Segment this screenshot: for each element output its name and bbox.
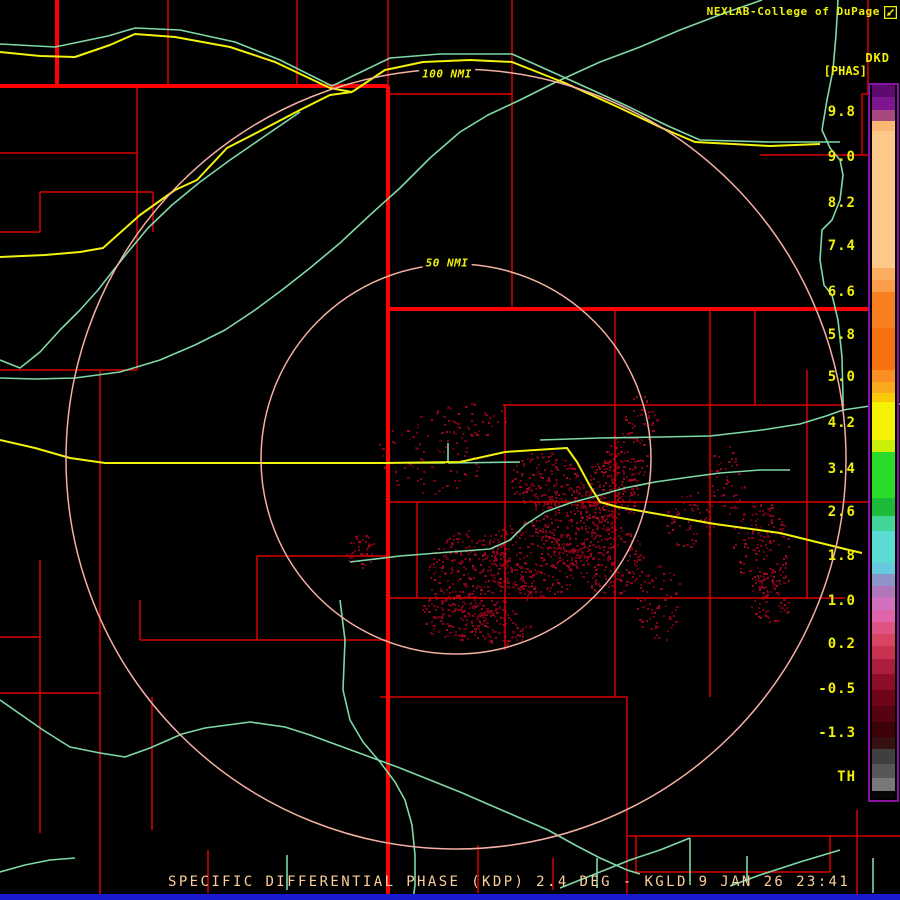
color-scale-segment — [872, 722, 895, 737]
color-scale-segment — [872, 280, 895, 292]
state-borders — [0, 0, 868, 896]
color-scale-segment — [872, 597, 895, 610]
colorbar-tick-label: -0.5 — [818, 681, 856, 697]
colorbar-tick-label: TH — [837, 769, 856, 785]
colorbar-tick-label: 7.4 — [827, 238, 856, 254]
product-status-text: SPECIFIC DIFFERENTIAL PHASE (KDP) 2.4 DE… — [168, 874, 851, 890]
color-scale-segment — [872, 121, 895, 131]
range-ring-label-100nmi: 100 NMI — [419, 67, 475, 81]
brand-text: NEXLAB-College of DuPage — [706, 5, 880, 18]
color-scale-segment — [872, 370, 895, 382]
color-scale-segment — [872, 328, 895, 370]
product-units-label: [PHAS] — [823, 64, 867, 78]
radar-display: 100 NMI 50 NMI NEXLAB-College of DuPage … — [0, 0, 900, 900]
product-code-label: DKD — [865, 51, 890, 65]
colorbar-tick-label: 9.0 — [827, 149, 856, 165]
color-scale-segment — [872, 778, 895, 791]
color-scale-segment — [872, 516, 895, 531]
colorbar-tick-label: 2.6 — [827, 504, 856, 520]
colorbar-tick-label: -1.3 — [818, 725, 856, 741]
color-scale-segment — [872, 690, 895, 706]
county-borders — [0, 0, 900, 900]
color-scale-segment — [872, 791, 895, 798]
roads-green — [0, 0, 900, 900]
color-scale-segment — [872, 110, 895, 121]
color-scale-segment — [872, 563, 895, 574]
color-scale-segment — [872, 498, 895, 516]
color-scale-segment — [872, 452, 895, 498]
colorbar-tick-label: 1.8 — [827, 548, 856, 564]
color-scale-bar — [868, 83, 899, 802]
color-scale-segment — [872, 706, 895, 722]
color-scale-segment — [872, 737, 895, 749]
bottom-strip — [0, 894, 900, 900]
colorbar-tick-label: 5.8 — [827, 327, 856, 343]
color-scale-segment — [872, 440, 895, 452]
colorbar-tick-label: 0.2 — [827, 636, 856, 652]
roads-yellow — [0, 33, 863, 554]
cursor-arrow-icon[interactable] — [883, 4, 898, 20]
radar-map[interactable] — [0, 0, 900, 900]
color-scale-segment — [872, 531, 895, 563]
color-scale-segment — [872, 131, 895, 268]
color-scale-segment — [872, 634, 895, 646]
color-scale-segment — [872, 382, 895, 393]
color-scale-segment — [872, 659, 895, 674]
range-ring-label-50nmi: 50 NMI — [422, 256, 472, 270]
color-scale-segment — [872, 393, 895, 402]
color-scale-segment — [872, 292, 895, 328]
colorbar-tick-label: 9.8 — [827, 104, 856, 120]
colorbar-tick-label: 6.6 — [827, 284, 856, 300]
colorbar-tick-label: 4.2 — [827, 415, 856, 431]
color-scale-segment — [872, 97, 895, 110]
color-scale-segment — [872, 646, 895, 659]
colorbar-tick-label: 3.4 — [827, 461, 856, 477]
color-scale-segment — [872, 574, 895, 586]
color-scale-segment — [872, 749, 895, 764]
color-scale-segment — [872, 610, 895, 622]
color-scale-segment — [872, 268, 895, 280]
color-scale-segment — [872, 85, 895, 97]
color-scale-segment — [872, 674, 895, 690]
colorbar-tick-label: 5.0 — [827, 369, 856, 385]
color-scale-segment — [872, 402, 895, 440]
color-scale-segment — [872, 764, 895, 778]
colorbar-tick-label: 1.0 — [827, 593, 856, 609]
color-scale-segment — [872, 622, 895, 634]
color-scale-segment — [872, 586, 895, 597]
colorbar-tick-label: 8.2 — [827, 195, 856, 211]
radar-echoes — [346, 396, 790, 646]
